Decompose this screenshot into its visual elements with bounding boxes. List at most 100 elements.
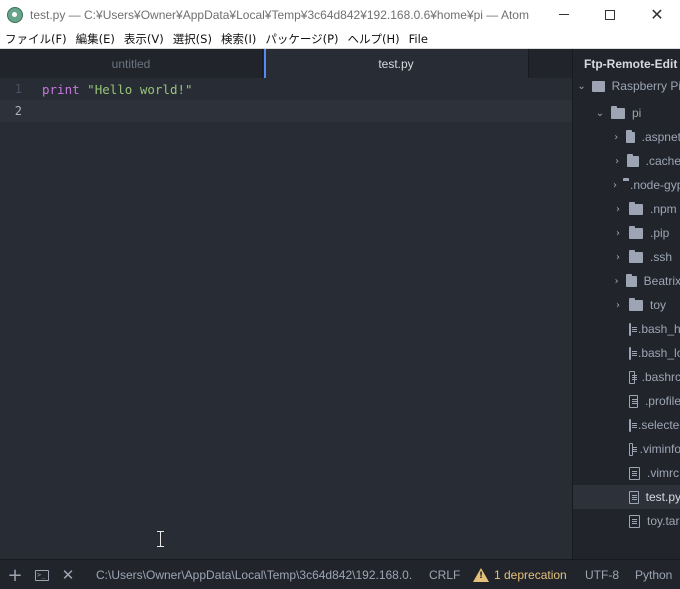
tree-file[interactable]: .bashrc — [573, 365, 680, 389]
file-icon — [629, 418, 637, 432]
tree-file[interactable]: .selected_editor — [573, 413, 680, 437]
chevron-right-icon[interactable]: › — [613, 125, 620, 149]
tree-label: Beatrix — [643, 274, 680, 288]
chevron-right-icon[interactable]: › — [613, 149, 621, 173]
tree-folder[interactable]: › .npm — [573, 197, 680, 221]
tree-label: .ssh — [650, 250, 673, 264]
tree-file-selected[interactable]: test.py — [573, 485, 680, 509]
tree-label: .bashrc — [641, 370, 680, 384]
file-icon — [629, 514, 640, 528]
tab-bar: untitled test.py — [0, 49, 572, 78]
tree-label: toy — [650, 298, 667, 312]
file-icon — [629, 346, 637, 360]
tree-folder-pi[interactable]: ⌄ pi — [573, 101, 680, 125]
menu-selection[interactable]: 選択(S) — [168, 31, 216, 47]
maximize-icon — [605, 9, 615, 20]
tree-label: .node-gyp — [630, 178, 680, 192]
tree-label: toy.tar — [647, 514, 680, 528]
tree-folder[interactable]: › .node-gyp — [573, 173, 680, 197]
folder-icon — [629, 201, 643, 215]
tree-file[interactable]: .profile — [573, 389, 680, 413]
folder-icon — [629, 297, 643, 311]
tree-file[interactable]: toy.tar — [573, 509, 680, 533]
tree-label: .bash_logout — [638, 346, 680, 360]
mouse-ibeam-cursor — [156, 531, 166, 547]
deprecation-indicator[interactable]: 1 deprecation — [473, 560, 567, 589]
editor-line: 1 print "Hello world!" — [0, 78, 572, 100]
line-number: 2 — [14, 104, 22, 118]
file-icon — [629, 442, 637, 456]
menu-help[interactable]: ヘルプ(H) — [343, 31, 404, 47]
maximize-button[interactable] — [587, 0, 633, 29]
tree-label: Raspberry Pi — [611, 79, 680, 93]
tree-file[interactable]: .viminfo — [573, 437, 680, 461]
title-bar: test.py — C:¥Users¥Owner¥AppData¥Local¥T… — [0, 0, 680, 29]
file-icon — [629, 322, 637, 336]
encoding-selector[interactable]: UTF-8 — [585, 560, 619, 589]
file-icon — [629, 490, 639, 504]
chevron-right-icon[interactable]: › — [613, 221, 623, 245]
tree-folder[interactable]: › Beatrix — [573, 269, 680, 293]
tab-label: untitled — [111, 56, 151, 71]
tree-label: .pip — [650, 226, 670, 240]
tab-untitled[interactable]: untitled — [0, 49, 263, 78]
file-path[interactable]: C:\Users\Owner\AppData\Local\Temp\3c64d8… — [96, 560, 414, 589]
menu-file-jp[interactable]: ファイル(F) — [0, 31, 71, 47]
close-window-button[interactable]: ✕ — [634, 0, 680, 29]
file-icon — [629, 370, 637, 384]
code-editor[interactable]: 1 print "Hello world!" 2 — [0, 78, 572, 559]
tree-label: .vimrc — [647, 466, 679, 480]
repo-icon — [592, 80, 605, 92]
add-icon[interactable]: + — [6, 560, 24, 589]
deprecation-count: 1 deprecation — [494, 568, 567, 582]
tab-label: test.py — [378, 56, 414, 71]
menu-packages[interactable]: パッケージ(P) — [260, 31, 342, 47]
line-ending-selector[interactable]: CRLF — [429, 560, 460, 589]
folder-icon — [626, 273, 637, 287]
chevron-down-icon[interactable]: ⌄ — [577, 74, 586, 98]
code-string: "Hello world!" — [87, 81, 193, 97]
tree-label: .profile — [644, 394, 680, 408]
close-icon: ✕ — [650, 5, 664, 24]
terminal-icon: >_ — [35, 569, 49, 581]
chevron-right-icon[interactable]: › — [613, 269, 620, 293]
menu-find[interactable]: 検索(I) — [216, 31, 260, 47]
menu-file[interactable]: File — [404, 32, 432, 46]
code-keyword: print — [42, 81, 80, 97]
terminal-button[interactable]: >_ — [34, 560, 50, 589]
tree-folder[interactable]: › .cache — [573, 149, 680, 173]
panel-title: Ftp-Remote-Edit — [584, 57, 678, 71]
menu-edit[interactable]: 編集(E) — [71, 31, 119, 47]
tab-bar-empty-area — [528, 49, 572, 78]
close-icon[interactable]: ✕ — [60, 560, 76, 589]
tree-folder[interactable]: › toy — [573, 293, 680, 317]
chevron-down-icon[interactable]: ⌄ — [595, 101, 605, 125]
folder-icon — [611, 105, 625, 119]
chevron-right-icon[interactable]: › — [613, 293, 623, 317]
tree-folder[interactable]: › .aspnet — [573, 125, 680, 149]
tree-label: .npm — [650, 202, 677, 216]
tree-file[interactable]: .bash_history — [573, 317, 680, 341]
tree-file[interactable]: .vimrc — [573, 461, 680, 485]
file-icon — [629, 466, 640, 480]
chevron-right-icon[interactable]: › — [613, 173, 617, 197]
window-title: test.py — C:¥Users¥Owner¥AppData¥Local¥T… — [30, 7, 529, 22]
tab-test-py[interactable]: test.py — [264, 49, 528, 78]
tree-folder[interactable]: › .ssh — [573, 245, 680, 269]
tree-folder[interactable]: › .pip — [573, 221, 680, 245]
tree-label: pi — [632, 106, 642, 120]
tree-label: .bash_history — [638, 322, 680, 336]
menu-view[interactable]: 表示(V) — [119, 31, 168, 47]
tree-label: .selected_editor — [638, 418, 680, 432]
chevron-right-icon[interactable]: › — [613, 197, 623, 221]
chevron-right-icon[interactable]: › — [613, 245, 623, 269]
minimize-button[interactable] — [541, 0, 587, 29]
tree-label: test.py — [645, 490, 680, 504]
tree-root-server[interactable]: ⌄ Raspberry Pi — [573, 74, 680, 98]
line-code: print "Hello world!" — [42, 82, 193, 97]
tree-file[interactable]: .bash_logout — [573, 341, 680, 365]
grammar-selector[interactable]: Python — [635, 560, 672, 589]
editor-line-current: 2 — [0, 100, 572, 122]
atom-app-icon — [7, 6, 23, 23]
folder-icon — [625, 129, 635, 143]
